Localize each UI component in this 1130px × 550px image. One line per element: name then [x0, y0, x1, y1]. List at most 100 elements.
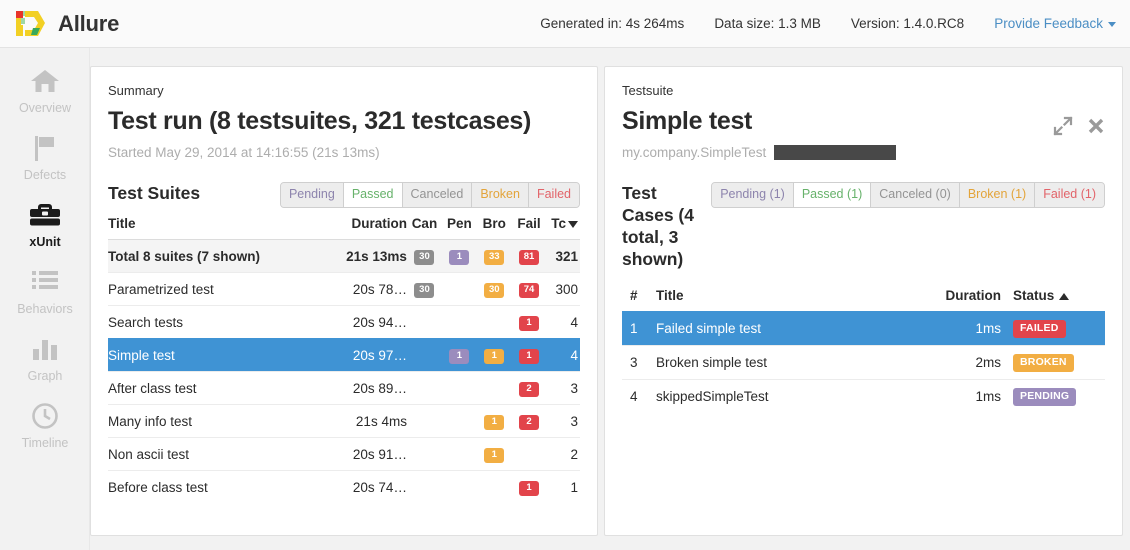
- column-header-title[interactable]: Title: [108, 208, 331, 240]
- flag-icon: [0, 131, 90, 165]
- suites-filter-failed[interactable]: Failed: [528, 183, 579, 207]
- sidebar-item-defects[interactable]: Defects: [0, 115, 90, 182]
- broken-badge: 1: [484, 415, 505, 430]
- suite-pending-cell: [441, 404, 477, 438]
- page-title: Test run (8 testsuites, 321 testcases): [108, 107, 532, 135]
- column-header-num[interactable]: #: [622, 280, 656, 312]
- column-header-label: Fail: [517, 216, 541, 231]
- case-title-cell: Failed simple test: [656, 311, 911, 346]
- table-row[interactable]: Search tests 20s 94… 1 4: [108, 305, 580, 339]
- cases-filter-passed[interactable]: Passed (1): [793, 183, 872, 207]
- sidebar: Overview Defects xUnit Behaviors Graph Timeli…: [0, 48, 90, 550]
- table-row[interactable]: Many info test 21s 4ms 1 2 3: [108, 404, 580, 438]
- summary-status-filters: Pending Passed Canceled Broken Failed: [279, 182, 580, 208]
- canceled-badge: 30: [414, 283, 435, 298]
- suite-total-cell: 300: [546, 272, 580, 306]
- column-header-duration[interactable]: Duration: [331, 208, 407, 240]
- briefcase-icon: [0, 198, 90, 232]
- column-header-pen[interactable]: Pen: [442, 208, 477, 240]
- suite-canceled-cell: [406, 404, 442, 438]
- redacted-bar: [774, 145, 897, 160]
- cases-filter-failed[interactable]: Failed (1): [1035, 183, 1104, 207]
- suite-pending-cell: [441, 272, 477, 306]
- suites-filter-broken[interactable]: Broken: [472, 183, 529, 207]
- suite-total-cell: 321: [546, 239, 580, 273]
- table-row[interactable]: 3 Broken simple test 2ms BROKEN: [622, 345, 1105, 380]
- column-header-bro[interactable]: Bro: [477, 208, 512, 240]
- case-duration-cell: 1ms: [911, 311, 1001, 346]
- provide-feedback-link[interactable]: Provide Feedback: [994, 16, 1116, 31]
- table-row[interactable]: Before class test 20s 74… 1 1: [108, 470, 580, 503]
- column-header-fail[interactable]: Fail: [512, 208, 547, 240]
- table-row[interactable]: 4 skippedSimpleTest 1ms PENDING: [622, 379, 1105, 413]
- case-title-cell: skippedSimpleTest: [656, 379, 911, 413]
- canceled-badge: 30: [414, 250, 435, 265]
- close-icon[interactable]: [1086, 116, 1106, 141]
- broken-badge: 1: [484, 448, 505, 463]
- suite-canceled-cell: [406, 305, 442, 339]
- column-header-status[interactable]: Status: [1001, 280, 1105, 312]
- table-row[interactable]: Total 8 suites (7 shown) 21s 13ms 30 1 33 81 3…: [108, 239, 580, 273]
- suite-title-cell: Total 8 suites (7 shown): [108, 239, 331, 273]
- suite-failed-cell: 81: [511, 239, 547, 273]
- list-icon: [0, 265, 90, 299]
- suite-pending-cell: 1: [441, 239, 477, 273]
- table-row[interactable]: Simple test 20s 97… 1 1 1 4: [108, 338, 580, 372]
- cases-filter-broken[interactable]: Broken (1): [959, 183, 1036, 207]
- suite-failed-cell: 1: [511, 338, 547, 372]
- suite-total-cell: 3: [546, 371, 580, 405]
- column-header-tc[interactable]: Tc: [546, 208, 580, 240]
- status-badge: FAILED: [1013, 320, 1066, 338]
- test-cases-table: # Title Duration Status 1 Failed simple test…: [622, 280, 1105, 413]
- sidebar-item-overview[interactable]: Overview: [0, 48, 90, 115]
- column-header-duration[interactable]: Duration: [911, 280, 1002, 312]
- column-header-title[interactable]: Title: [656, 280, 911, 312]
- expand-diagonal-icon[interactable]: [1052, 115, 1074, 142]
- suite-failed-cell: 1: [511, 470, 547, 503]
- suites-filter-canceled[interactable]: Canceled: [402, 183, 473, 207]
- status-badge: PENDING: [1013, 388, 1077, 406]
- suite-broken-cell: [476, 371, 512, 405]
- table-header-row: # Title Duration Status: [622, 280, 1105, 312]
- summary-eyebrow: Summary: [108, 83, 164, 98]
- column-header-label: Status: [1013, 288, 1055, 303]
- table-row[interactable]: Parametrized test 20s 78… 30 30 74 300: [108, 272, 580, 306]
- case-duration-cell: 1ms: [911, 379, 1001, 413]
- suite-title-cell: Many info test: [108, 404, 331, 438]
- suite-pending-cell: [441, 437, 477, 471]
- sidebar-item-xunit[interactable]: xUnit: [0, 182, 90, 249]
- sidebar-item-timeline[interactable]: Timeline: [0, 383, 90, 450]
- allure-logo-icon: [14, 8, 48, 40]
- provide-feedback-label: Provide Feedback: [994, 16, 1103, 31]
- column-header-can[interactable]: Can: [407, 208, 442, 240]
- suite-total-cell: 4: [546, 338, 580, 372]
- cases-filter-pending[interactable]: Pending (1): [712, 183, 794, 207]
- table-row[interactable]: 1 Failed simple test 1ms FAILED: [622, 311, 1105, 346]
- case-duration-cell: 2ms: [911, 345, 1001, 380]
- suite-duration-cell: 20s 91…: [330, 437, 407, 471]
- test-cases-heading: Test Cases (4 total, 3 shown): [622, 183, 694, 269]
- suite-duration-cell: 20s 97…: [330, 338, 407, 372]
- column-header-label: Title: [108, 216, 136, 231]
- suite-title-cell: After class test: [108, 371, 331, 405]
- column-header-label: Duration: [945, 288, 1002, 303]
- test-suites-table: Title Duration Can Pen Bro Fail Tc Total 8 sui…: [108, 208, 580, 503]
- case-status-cell: PENDING: [1001, 379, 1105, 413]
- sidebar-item-label: Behaviors: [17, 302, 73, 316]
- suites-filter-pending[interactable]: Pending: [280, 183, 344, 207]
- suite-duration-cell: 21s 4ms: [330, 404, 407, 438]
- sidebar-item-graph[interactable]: Graph: [0, 316, 90, 383]
- table-row[interactable]: Non ascii test 20s 91… 1 2: [108, 437, 580, 471]
- cases-filter-canceled[interactable]: Canceled (0): [871, 183, 960, 207]
- suite-broken-cell: [476, 305, 512, 339]
- table-row[interactable]: After class test 20s 89… 2 3: [108, 371, 580, 405]
- brand[interactable]: Allure: [14, 8, 119, 40]
- failed-badge: 1: [519, 316, 540, 331]
- generated-in: Generated in: 4s 264ms: [540, 16, 685, 31]
- sidebar-item-behaviors[interactable]: Behaviors: [0, 249, 90, 316]
- case-title-cell: Broken simple test: [656, 345, 911, 380]
- case-number-cell: 4: [622, 379, 656, 413]
- home-icon: [0, 64, 90, 98]
- suites-filter-passed[interactable]: Passed: [343, 183, 403, 207]
- suite-duration-cell: 20s 74…: [330, 470, 407, 503]
